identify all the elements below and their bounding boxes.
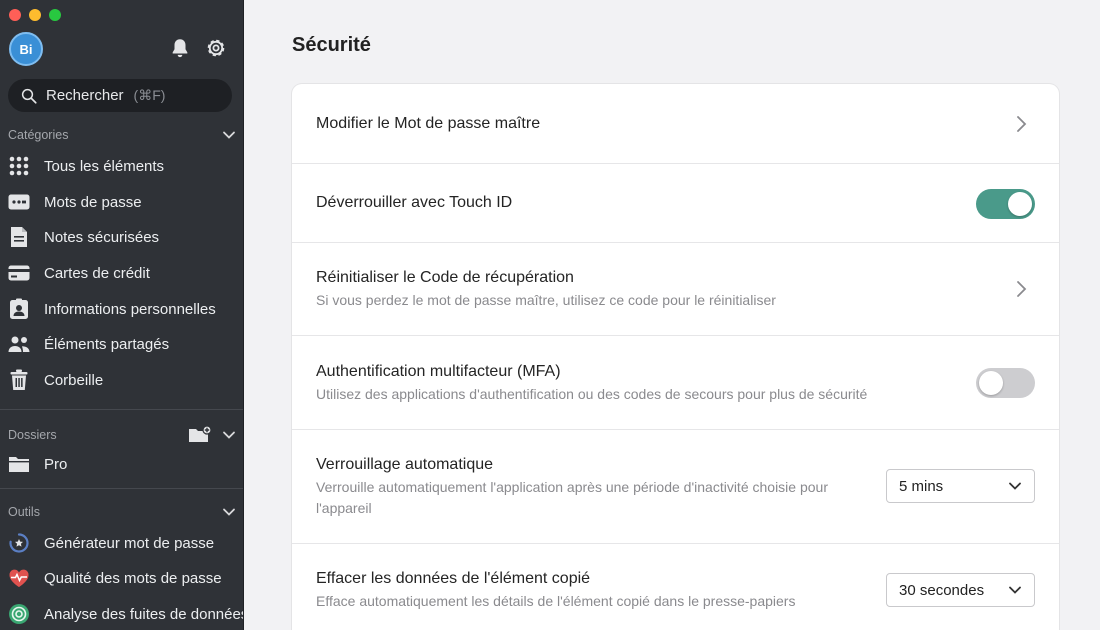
window-controls: [9, 9, 61, 21]
search-icon: [21, 88, 37, 104]
avatar[interactable]: Bi: [9, 32, 43, 66]
sidebar-item-password-generator[interactable]: Générateur mot de passe: [8, 528, 243, 558]
row-description: Utilisez des applications d'authentifica…: [316, 386, 868, 402]
sidebar-item-label: Mots de passe: [44, 193, 142, 211]
sidebar-item-all-items[interactable]: Tous les éléments: [8, 151, 243, 181]
gear-icon[interactable]: [204, 36, 228, 60]
generator-icon: [8, 532, 30, 554]
row-description: Si vous perdez le mot de passe maître, u…: [316, 292, 776, 308]
change-master-password-row[interactable]: Modifier le Mot de passe maître: [292, 84, 1059, 164]
row-title: Verrouillage automatique: [316, 456, 494, 473]
sidebar-item-credit-cards[interactable]: Cartes de crédit: [8, 258, 243, 288]
chevron-right-icon[interactable]: [1015, 280, 1027, 298]
sidebar-item-label: Tous les éléments: [44, 157, 165, 175]
id-badge-icon: [8, 298, 30, 320]
chevron-down-icon: [1009, 482, 1021, 490]
sidebar: Bi Rechercher (⌘F) Catégories Tous les é…: [0, 0, 244, 630]
auto-lock-select[interactable]: 5 mins: [886, 469, 1035, 503]
tools-header[interactable]: Outils: [8, 505, 236, 519]
categories-label: Catégories: [8, 128, 69, 142]
row-title: Réinitialiser le Code de récupération: [316, 269, 574, 286]
sidebar-item-label: Analyse des fuites de données: [44, 605, 244, 623]
toggle-knob: [1008, 192, 1032, 216]
sidebar-item-label: Informations personnelles: [44, 300, 216, 318]
search-shortcut: (⌘F): [133, 87, 166, 103]
trash-icon: [8, 369, 30, 391]
sidebar-divider: [0, 488, 243, 489]
sidebar-item-personal-info[interactable]: Informations personnelles: [8, 294, 243, 324]
search-bar[interactable]: Rechercher (⌘F): [8, 79, 232, 112]
folders-header[interactable]: Dossiers: [8, 426, 236, 444]
row-title: Effacer les données de l'élément copié: [316, 570, 591, 587]
reset-recovery-code-row[interactable]: Réinitialiser le Code de récupération Si…: [292, 243, 1059, 336]
main-panel: Sécurité Modifier le Mot de passe maître…: [245, 0, 1100, 630]
row-title: Déverrouiller avec Touch ID: [316, 194, 513, 211]
sidebar-divider: [0, 409, 243, 410]
add-folder-icon[interactable]: [188, 426, 212, 444]
chevron-down-icon: [1009, 586, 1021, 594]
people-icon: [8, 333, 30, 355]
page-title: Sécurité: [292, 34, 371, 56]
row-title: Authentification multifacteur (MFA): [316, 363, 561, 380]
touch-id-row: Déverrouiller avec Touch ID: [292, 164, 1059, 243]
sidebar-item-label: Éléments partagés: [44, 335, 170, 353]
touch-id-toggle[interactable]: [976, 189, 1035, 219]
bell-icon[interactable]: [168, 36, 192, 60]
chevron-right-icon[interactable]: [1015, 115, 1027, 133]
sidebar-item-label: Cartes de crédit: [44, 264, 150, 282]
row-description: Efface automatiquement les détails de l'…: [316, 593, 796, 609]
auto-lock-row: Verrouillage automatique Verrouille auto…: [292, 430, 1059, 544]
sidebar-item-label: Corbeille: [44, 371, 104, 389]
close-window-button[interactable]: [9, 9, 21, 21]
settings-card: Modifier le Mot de passe maître Déverrou…: [292, 84, 1059, 630]
sidebar-item-trash[interactable]: Corbeille: [8, 365, 243, 395]
chevron-down-icon[interactable]: [222, 428, 236, 442]
sidebar-item-passwords[interactable]: Mots de passe: [8, 187, 243, 217]
zoom-window-button[interactable]: [49, 9, 61, 21]
credit-card-icon: [8, 262, 30, 284]
search-label: Rechercher: [46, 87, 124, 104]
folders-label: Dossiers: [8, 428, 57, 442]
sidebar-item-password-health[interactable]: Qualité des mots de passe: [8, 563, 243, 593]
sidebar-item-label: Notes sécurisées: [44, 228, 160, 246]
note-icon: [8, 226, 30, 248]
tools-label: Outils: [8, 505, 40, 519]
categories-header[interactable]: Catégories: [8, 128, 236, 142]
minimize-window-button[interactable]: [29, 9, 41, 21]
clear-clipboard-select[interactable]: 30 secondes: [886, 573, 1035, 607]
chevron-down-icon[interactable]: [222, 128, 236, 142]
mfa-toggle[interactable]: [976, 368, 1035, 398]
sidebar-item-breach-scan[interactable]: Analyse des fuites de données: [8, 599, 244, 629]
folder-icon: [8, 453, 30, 475]
sidebar-item-shared-items[interactable]: Éléments partagés: [8, 329, 243, 359]
sidebar-item-secure-notes[interactable]: Notes sécurisées: [8, 222, 243, 252]
sidebar-item-label: Qualité des mots de passe: [44, 569, 222, 587]
sidebar-item-label: Générateur mot de passe: [44, 534, 215, 552]
chevron-down-icon[interactable]: [222, 505, 236, 519]
sidebar-item-folder-pro[interactable]: Pro: [8, 449, 243, 479]
radar-icon: [8, 603, 30, 625]
toggle-knob: [979, 371, 1003, 395]
row-description: Verrouille automatiquement l'application…: [316, 479, 828, 516]
password-card-icon: [8, 191, 30, 213]
select-value: 30 secondes: [899, 581, 985, 599]
sidebar-item-label: Pro: [44, 455, 68, 473]
grid-icon: [8, 155, 30, 177]
heart-pulse-icon: [8, 567, 30, 589]
row-title: Modifier le Mot de passe maître: [316, 115, 541, 132]
mfa-row: Authentification multifacteur (MFA) Util…: [292, 336, 1059, 430]
clear-clipboard-row: Effacer les données de l'élément copié E…: [292, 544, 1059, 630]
select-value: 5 mins: [899, 477, 944, 495]
